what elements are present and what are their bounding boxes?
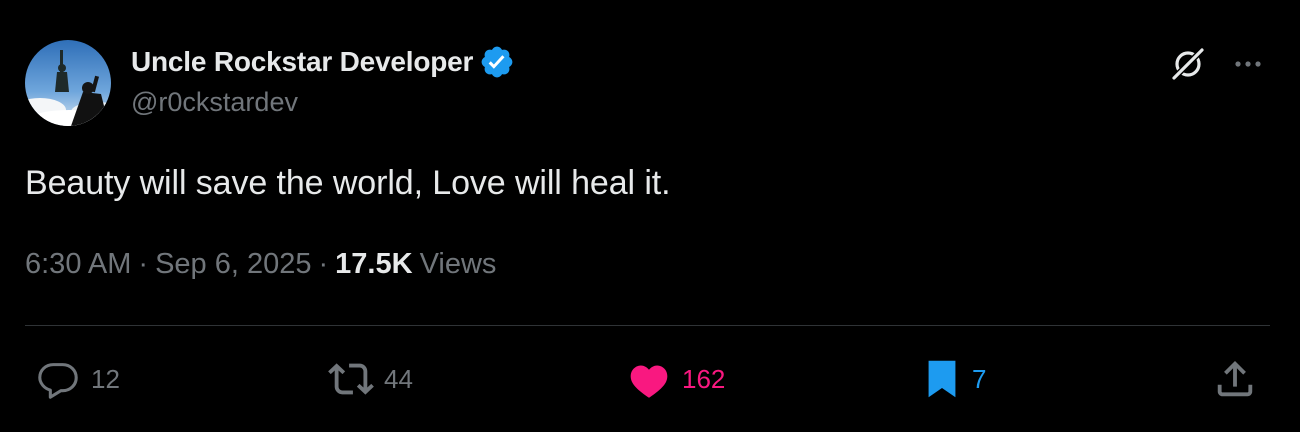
- share-icon: [1217, 360, 1253, 397]
- like-button[interactable]: 162: [626, 355, 725, 403]
- divider: [25, 325, 1270, 326]
- retweet-button[interactable]: 44: [328, 355, 413, 403]
- statue-of-liberty-avatar: [25, 40, 111, 126]
- bookmark-icon: [928, 360, 956, 398]
- views-label[interactable]: Views: [420, 248, 497, 281]
- meta-separator: ·: [318, 248, 329, 280]
- reply-icon: [38, 363, 78, 399]
- author-name[interactable]: Uncle Rockstar Developer: [131, 46, 473, 78]
- more-icon[interactable]: [1228, 44, 1268, 84]
- author-handle[interactable]: @r0ckstardev: [131, 87, 298, 118]
- post-text: Beauty will save the world, Love will he…: [25, 164, 671, 202]
- author-avatar[interactable]: [25, 40, 111, 126]
- reply-count: 12: [91, 363, 120, 394]
- reply-button[interactable]: 12: [35, 355, 120, 403]
- post-time[interactable]: 6:30 AM: [25, 248, 131, 281]
- grok-icon[interactable]: [1168, 44, 1208, 84]
- post-meta: 6:30 AM · Sep 6, 2025 · 17.5K Views: [25, 248, 496, 281]
- post-date[interactable]: Sep 6, 2025: [155, 248, 311, 281]
- verified-badge-icon[interactable]: [479, 44, 515, 80]
- meta-separator: ·: [138, 248, 149, 280]
- views-count[interactable]: 17.5K: [335, 248, 412, 281]
- share-button[interactable]: [1212, 355, 1258, 403]
- retweet-icon: [328, 363, 374, 395]
- bookmark-count: 7: [972, 363, 987, 394]
- like-count: 162: [682, 363, 726, 394]
- heart-icon: [630, 365, 668, 398]
- author-name-row: Uncle Rockstar Developer: [131, 42, 515, 82]
- retweet-count: 44: [384, 363, 413, 394]
- bookmark-button[interactable]: 7: [922, 355, 986, 403]
